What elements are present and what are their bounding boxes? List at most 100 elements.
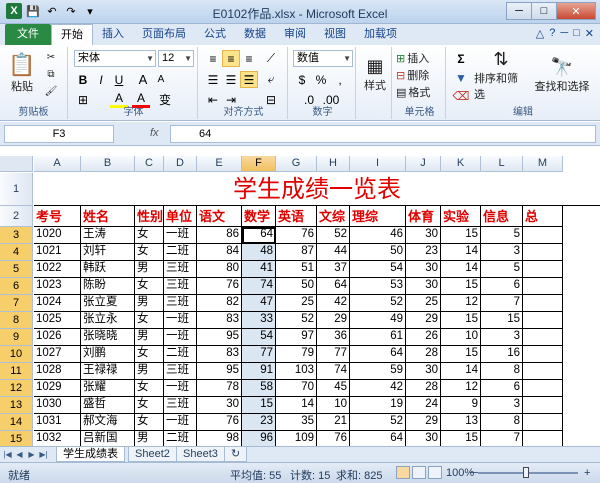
data-cell[interactable]: 96 <box>242 431 276 446</box>
header-cell[interactable]: 文综 <box>317 206 350 227</box>
tab-page-layout[interactable]: 页面布局 <box>133 24 195 45</box>
data-cell[interactable]: 二班 <box>164 244 197 261</box>
data-cell[interactable]: 76 <box>276 227 317 244</box>
tab-view[interactable]: 视图 <box>315 24 355 45</box>
column-header-k[interactable]: K <box>441 156 481 172</box>
data-cell[interactable]: 郝文海 <box>81 414 135 431</box>
data-cell[interactable]: 74 <box>242 278 276 295</box>
column-header-b[interactable]: B <box>81 156 135 172</box>
data-cell[interactable]: 女 <box>135 346 164 363</box>
data-cell[interactable]: 16 <box>481 346 523 363</box>
data-cell[interactable]: 9 <box>441 397 481 414</box>
data-cell[interactable]: 25 <box>276 295 317 312</box>
data-cell[interactable]: 76 <box>197 278 242 295</box>
data-cell[interactable]: 28 <box>406 380 441 397</box>
data-cell[interactable]: 1021 <box>34 244 81 261</box>
data-cell[interactable]: 3 <box>481 244 523 261</box>
data-cell[interactable]: 盛哲 <box>81 397 135 414</box>
sheet-tab-scores[interactable]: 学生成绩表 <box>56 447 125 462</box>
prev-sheet-icon[interactable]: ◀ <box>14 448 25 461</box>
data-cell[interactable]: 30 <box>406 431 441 446</box>
data-cell[interactable]: 36 <box>317 329 350 346</box>
data-cell[interactable]: 一班 <box>164 329 197 346</box>
data-cell[interactable]: 76 <box>317 431 350 446</box>
column-header-g[interactable]: G <box>276 156 317 172</box>
tab-formulas[interactable]: 公式 <box>195 24 235 45</box>
header-cell[interactable]: 体育 <box>406 206 441 227</box>
data-cell[interactable]: 男 <box>135 261 164 278</box>
column-header-l[interactable]: L <box>481 156 523 172</box>
data-cell[interactable]: 1020 <box>34 227 81 244</box>
data-cell[interactable]: 1028 <box>34 363 81 380</box>
column-header-f[interactable]: F <box>242 156 276 172</box>
data-cell[interactable] <box>523 227 563 244</box>
data-cell[interactable]: 51 <box>276 261 317 278</box>
data-cell[interactable]: 30 <box>406 227 441 244</box>
data-cell[interactable]: 83 <box>197 312 242 329</box>
data-cell[interactable]: 王禄禄 <box>81 363 135 380</box>
data-cell[interactable]: 女 <box>135 414 164 431</box>
column-header-e[interactable]: E <box>197 156 242 172</box>
align-right-icon[interactable]: ☰ <box>240 71 258 88</box>
data-cell[interactable]: 一班 <box>164 312 197 329</box>
data-cell[interactable] <box>523 346 563 363</box>
font-size-combo[interactable]: 12 ▼ <box>158 50 194 67</box>
data-cell[interactable]: 王涛 <box>81 227 135 244</box>
data-cell[interactable]: 46 <box>350 227 406 244</box>
data-cell[interactable]: 1031 <box>34 414 81 431</box>
data-cell[interactable]: 1030 <box>34 397 81 414</box>
data-cell[interactable]: 47 <box>242 295 276 312</box>
data-cell[interactable]: 10 <box>441 329 481 346</box>
first-sheet-icon[interactable]: |◀ <box>2 448 13 461</box>
tab-addins[interactable]: 加载项 <box>355 24 406 45</box>
row-header-2[interactable]: 2 <box>0 206 33 227</box>
data-cell[interactable]: 三班 <box>164 363 197 380</box>
cut-icon[interactable]: ✂ <box>42 49 60 65</box>
data-cell[interactable]: 49 <box>350 312 406 329</box>
row-header-4[interactable]: 4 <box>0 244 33 261</box>
data-cell[interactable]: 男 <box>135 329 164 346</box>
data-cell[interactable]: 1022 <box>34 261 81 278</box>
row-header-3[interactable]: 3 <box>0 227 33 244</box>
data-cell[interactable]: 7 <box>481 431 523 446</box>
align-bottom-icon[interactable]: ≡ <box>240 50 258 67</box>
column-header-i[interactable]: I <box>350 156 406 172</box>
data-cell[interactable]: 14 <box>441 244 481 261</box>
insert-cells-button[interactable]: ⊞ 插入 <box>396 50 429 66</box>
data-cell[interactable]: 70 <box>276 380 317 397</box>
minimize-ribbon-icon[interactable]: △ <box>536 27 544 40</box>
data-cell[interactable]: 54 <box>350 261 406 278</box>
data-cell[interactable]: 1024 <box>34 295 81 312</box>
data-cell[interactable]: 87 <box>276 244 317 261</box>
grow-font-button[interactable]: A <box>134 71 152 88</box>
data-cell[interactable]: 刘鹏 <box>81 346 135 363</box>
active-cell[interactable]: 64 <box>242 227 276 244</box>
data-cell[interactable] <box>523 380 563 397</box>
data-cell[interactable]: 74 <box>317 363 350 380</box>
column-header-m[interactable]: M <box>523 156 563 172</box>
zoom-out-icon[interactable]: ─ <box>470 467 478 479</box>
data-cell[interactable]: 50 <box>276 278 317 295</box>
data-cell[interactable]: 95 <box>197 363 242 380</box>
data-cell[interactable]: 58 <box>242 380 276 397</box>
paste-button[interactable]: 📋 粘贴 <box>6 49 38 97</box>
data-cell[interactable]: 30 <box>406 261 441 278</box>
row-header-10[interactable]: 10 <box>0 346 33 363</box>
data-cell[interactable]: 61 <box>350 329 406 346</box>
data-cell[interactable]: 男 <box>135 363 164 380</box>
data-cell[interactable]: 15 <box>441 312 481 329</box>
formula-input[interactable]: 64 <box>170 125 596 143</box>
tab-data[interactable]: 数据 <box>235 24 275 45</box>
data-cell[interactable]: 7 <box>481 295 523 312</box>
data-cell[interactable]: 30 <box>406 278 441 295</box>
tab-insert[interactable]: 插入 <box>93 24 133 45</box>
sheet-tab-sheet3[interactable]: Sheet3 <box>176 447 225 462</box>
row-header-9[interactable]: 9 <box>0 329 33 346</box>
data-cell[interactable]: 15 <box>242 397 276 414</box>
data-cell[interactable]: 张耀 <box>81 380 135 397</box>
data-cell[interactable]: 一班 <box>164 227 197 244</box>
data-cell[interactable] <box>523 414 563 431</box>
data-cell[interactable] <box>523 295 563 312</box>
fill-icon[interactable]: ▼ <box>452 69 470 86</box>
data-cell[interactable]: 一班 <box>164 380 197 397</box>
